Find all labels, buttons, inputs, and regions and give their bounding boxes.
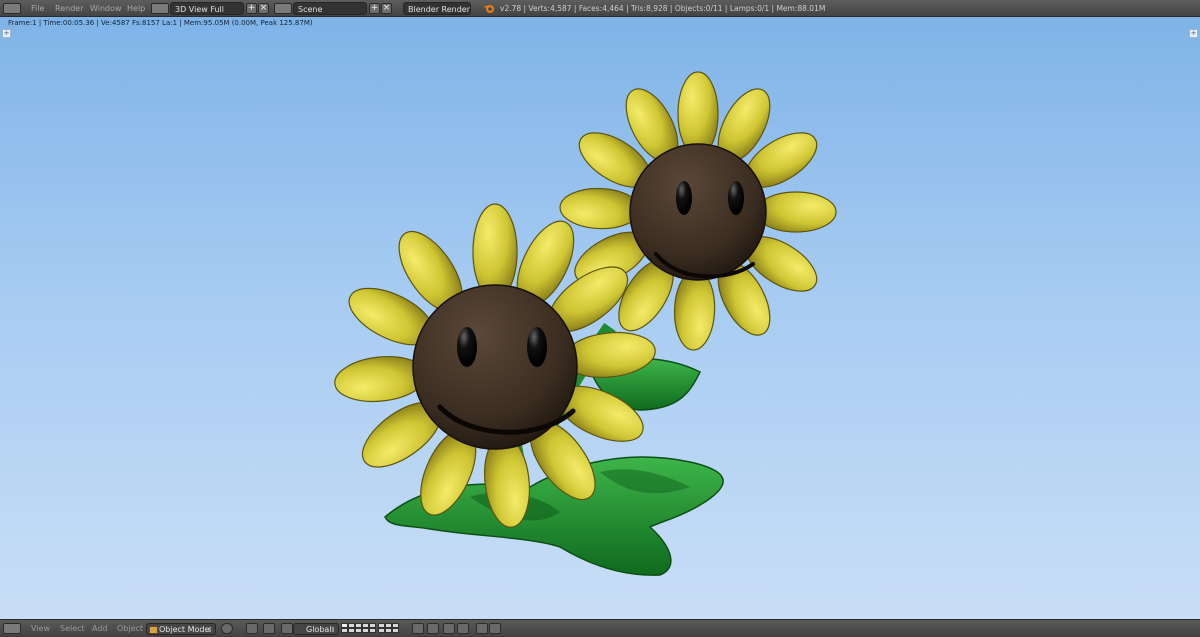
- layer-16[interactable]: [378, 628, 385, 633]
- menu-help[interactable]: Help: [127, 0, 145, 17]
- layer-17[interactable]: [385, 628, 392, 633]
- menu-add[interactable]: Add: [92, 620, 108, 637]
- add-scene-button[interactable]: +: [369, 3, 380, 14]
- snap-element-icon[interactable]: [457, 623, 469, 634]
- snap-toggle-icon[interactable]: [443, 623, 455, 634]
- transform-orientation-dropdown[interactable]: Global ⇕: [293, 623, 339, 635]
- 3d-view-header: View Select Add Object Object Mode ⇕ Glo…: [0, 619, 1200, 636]
- opengl-render-icon[interactable]: [489, 623, 501, 634]
- interaction-mode-dropdown[interactable]: Object Mode ⇕: [146, 623, 216, 635]
- dropdown-arrows-icon: ⇕: [330, 626, 336, 634]
- manipulator-toggle-icon[interactable]: [263, 623, 275, 634]
- menu-window[interactable]: Window: [90, 0, 122, 17]
- layer-12[interactable]: [348, 628, 355, 633]
- lock-camera-layers-icon[interactable]: [412, 623, 424, 634]
- translate-manipulator-icon[interactable]: [281, 623, 293, 634]
- layer-18[interactable]: [392, 628, 399, 633]
- transform-orientation-label: Global: [306, 625, 332, 634]
- scene-statistics: v2.78 | Verts:4,587 | Faces:4,464 | Tris…: [500, 4, 826, 13]
- sunflower-render: [334, 71, 837, 576]
- 3d-editor-type-icon[interactable]: [3, 623, 21, 634]
- pivot-point-icon[interactable]: [246, 623, 258, 634]
- menu-file[interactable]: File: [31, 0, 44, 17]
- layer-buttons[interactable]: [341, 623, 405, 634]
- remove-screen-button[interactable]: ×: [258, 3, 269, 14]
- interaction-mode-label: Object Mode: [159, 625, 210, 634]
- layer-11[interactable]: [341, 628, 348, 633]
- menu-object[interactable]: Object: [117, 620, 143, 637]
- menu-view[interactable]: View: [31, 620, 50, 637]
- object-mode-icon: [149, 626, 158, 634]
- render-preview-icon[interactable]: [476, 623, 488, 634]
- layer-13[interactable]: [355, 628, 362, 633]
- info-editor-type-icon[interactable]: [3, 3, 21, 14]
- proportional-edit-icon[interactable]: [427, 623, 439, 634]
- scene-icon[interactable]: [274, 3, 292, 14]
- screen-layout-field[interactable]: 3D View Full: [170, 2, 244, 15]
- layer-14[interactable]: [362, 628, 369, 633]
- menu-select[interactable]: Select: [60, 620, 85, 637]
- 3d-viewport[interactable]: Frame:1 | Time:00:05.36 | Ve:4587 Fs:815…: [0, 17, 1200, 619]
- screen-layout-icon[interactable]: [151, 3, 169, 14]
- info-header: File Render Window Help 3D View Full + ×…: [0, 0, 1200, 17]
- scene-field[interactable]: Scene: [293, 2, 367, 15]
- viewport-shading-icon[interactable]: [221, 623, 233, 634]
- blender-logo-icon: [483, 5, 494, 13]
- remove-scene-button[interactable]: ×: [381, 3, 392, 14]
- render-engine-dropdown[interactable]: Blender Render: [403, 2, 471, 15]
- add-screen-button[interactable]: +: [246, 3, 257, 14]
- menu-render[interactable]: Render: [55, 0, 83, 17]
- layer-15[interactable]: [369, 628, 376, 633]
- dropdown-arrows-icon: ⇕: [207, 626, 213, 634]
